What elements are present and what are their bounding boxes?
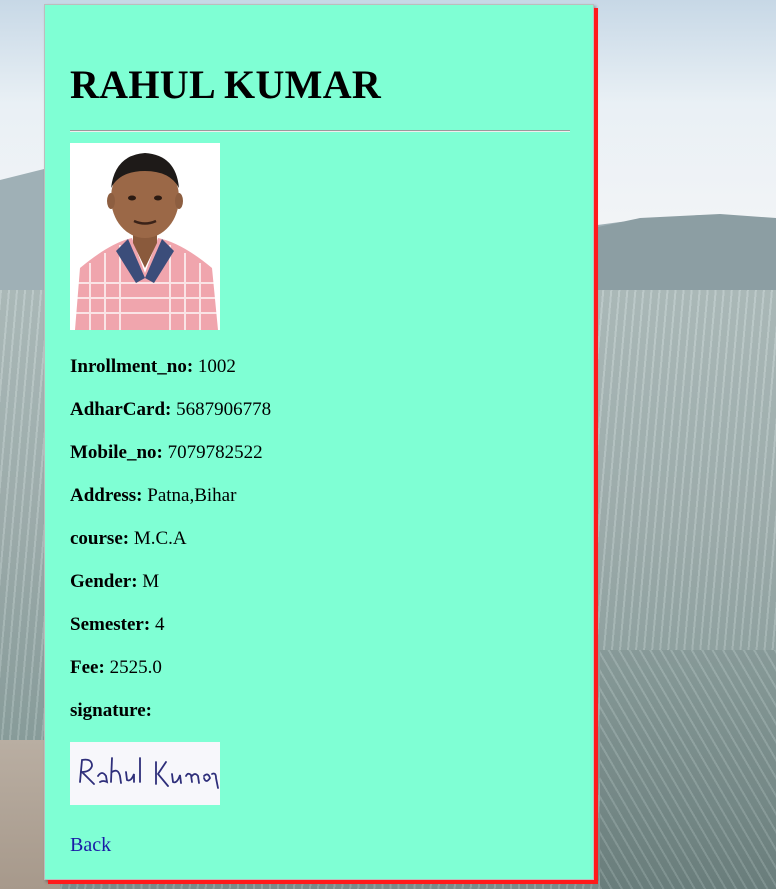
divider [70, 130, 570, 132]
field-enrollment: Inrollment_no: 1002 [70, 356, 236, 377]
field-address: Address: Patna,Bihar [70, 485, 237, 506]
field-course: course: M.C.A [70, 528, 187, 549]
field-fee: Fee: 2525.0 [70, 657, 162, 678]
student-name: RAHUL KUMAR [70, 62, 382, 107]
field-mobile: Mobile_no: 7079782522 [70, 442, 263, 463]
profile-photo [70, 143, 220, 330]
field-adharcard: AdharCard: 5687906778 [70, 399, 272, 420]
field-gender: Gender: M [70, 571, 160, 592]
signature-icon [70, 742, 220, 805]
field-signature-label: signature: [70, 700, 152, 721]
student-detail-card: RAHUL KUMAR Inrollment_no: 1002 AdharCar… [44, 4, 594, 880]
back-link[interactable]: Back [70, 834, 111, 857]
profile-photo-icon [70, 143, 220, 330]
background-roof-right [600, 650, 776, 889]
signature-image [70, 742, 220, 805]
field-semester: Semester: 4 [70, 614, 165, 635]
